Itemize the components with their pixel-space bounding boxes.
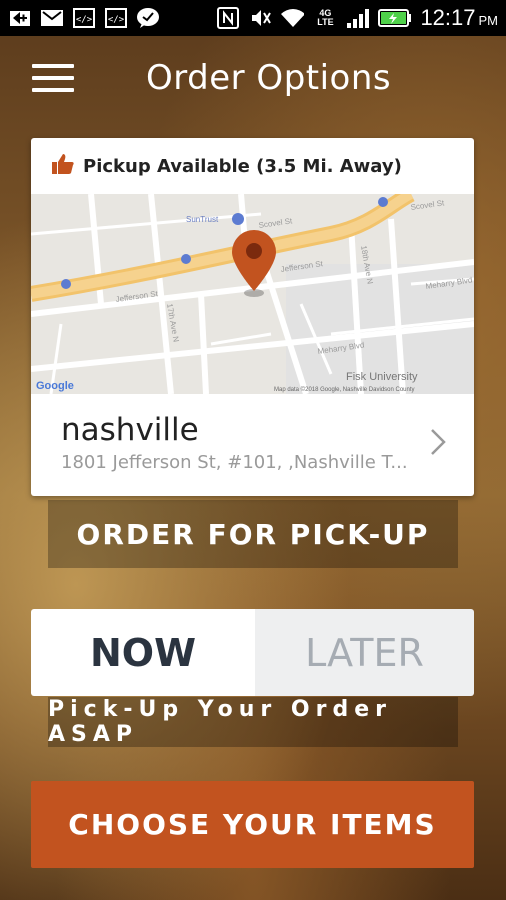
header: Order Options	[0, 36, 506, 120]
chat-icon	[136, 7, 160, 29]
page-title: Order Options	[146, 58, 392, 98]
status-bar: </> </> 4G LTE 12:17 PM	[0, 0, 506, 36]
hamburger-menu-icon[interactable]	[32, 64, 74, 94]
map[interactable]: SunTrust Jefferson St Jefferson St 17th …	[31, 194, 474, 394]
status-time: 12:17 PM	[420, 5, 498, 30]
location-address: 1801 Jefferson St, #101, ,Nashville T...	[61, 452, 408, 473]
toggle-now[interactable]: NOW	[31, 609, 255, 696]
code-icon: </>	[104, 7, 128, 29]
map-logo: Google	[36, 380, 74, 392]
signal-icon	[346, 7, 370, 29]
chevron-right-icon[interactable]	[430, 428, 446, 461]
network-type-icon: 4G LTE	[317, 8, 334, 27]
nfc-icon	[216, 7, 240, 29]
thumbs-up-icon	[51, 153, 75, 180]
code-icon: </>	[72, 7, 96, 29]
timing-hint: Pick-Up Your Order ASAP	[48, 697, 458, 747]
svg-text:</>: </>	[108, 15, 125, 25]
location-row[interactable]: nashville 1801 Jefferson St, #101, ,Nash…	[31, 394, 474, 496]
wifi-icon	[280, 7, 305, 29]
choose-your-items-button[interactable]: CHOOSE YOUR ITEMS	[31, 781, 474, 868]
timing-toggle: NOW LATER	[31, 609, 474, 696]
mute-icon	[248, 7, 272, 29]
gmail-icon	[40, 7, 64, 29]
map-label: SunTrust	[186, 215, 219, 224]
location-card[interactable]: Pickup Available (3.5 Mi. Away) SunTrust…	[31, 138, 474, 496]
pickup-text: Pickup Available (3.5 Mi. Away)	[83, 155, 402, 177]
map-attribution: Map data ©2018 Google, Nashville Davidso…	[274, 386, 415, 393]
toggle-later[interactable]: LATER	[255, 609, 474, 696]
map-label: Fisk University	[346, 371, 418, 383]
pickup-availability: Pickup Available (3.5 Mi. Away)	[31, 138, 474, 194]
battery-icon	[378, 7, 412, 29]
add-icon	[8, 7, 32, 29]
location-name: nashville	[61, 412, 199, 448]
order-for-pickup-button[interactable]: ORDER FOR PICK-UP	[48, 500, 458, 568]
svg-text:</>: </>	[76, 15, 93, 25]
